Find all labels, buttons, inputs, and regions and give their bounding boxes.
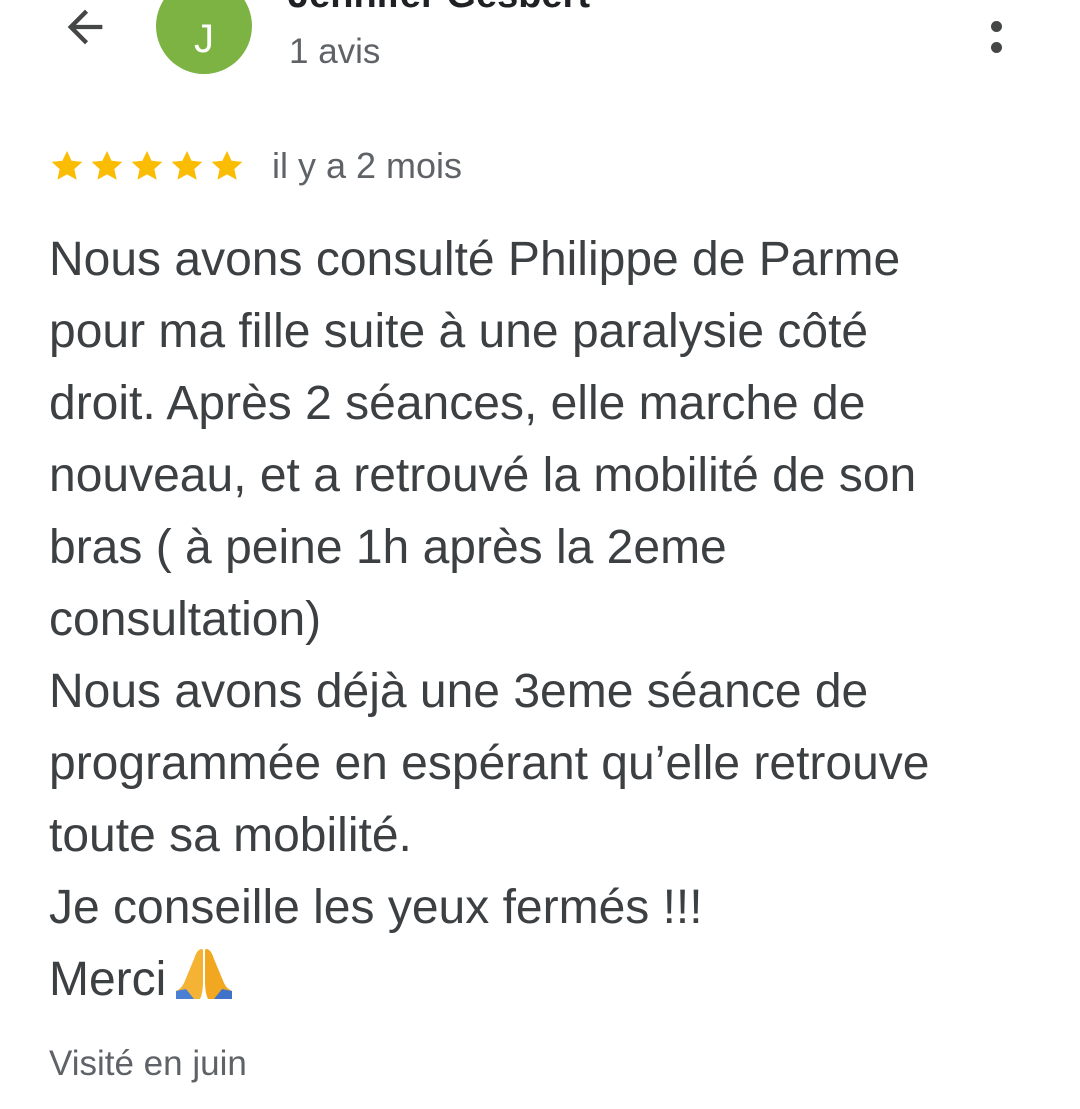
star-icon (211, 150, 243, 180)
review-text-line-content: nouveau, et a retrouvé la mobilité de so… (49, 449, 917, 502)
folded-hands-emoji (172, 945, 236, 1022)
review-text-line: Je conseille les yeux fermés !!! (49, 872, 1059, 944)
star-icon (171, 150, 203, 180)
arrow-back-icon (67, 9, 103, 45)
review-text-line-content: Je conseille les yeux fermés !!! (49, 881, 703, 934)
review-text-line-content: pour ma fille suite à une paralysie côté (49, 305, 869, 358)
review-text-line-content: Merci (49, 953, 167, 1006)
review-text-line-content: bras ( à peine 1h après la 2eme (49, 521, 727, 574)
review-text-line: Nous avons déjà une 3eme séance de (49, 656, 1059, 728)
rating-row: il y a 2 mois (48, 138, 462, 194)
review-text-line-content: programmée en espérant qu’elle retrouve (49, 737, 930, 790)
review-text-line-content: Nous avons consulté Philippe de Parme (49, 233, 901, 286)
review-date: il y a 2 mois (272, 145, 463, 186)
review-text-line: Nous avons consulté Philippe de Parme (49, 224, 1059, 296)
star-icon (51, 150, 83, 180)
review-text-line: bras ( à peine 1h après la 2eme (49, 512, 1059, 584)
review-text-line: pour ma fille suite à une paralysie côté (49, 296, 1059, 368)
review-text-line: Merci (49, 944, 1059, 1016)
review-text-line: consultation) (49, 584, 1059, 656)
star-icon (91, 150, 123, 180)
review-text-line-content: consultation) (49, 593, 322, 646)
review-page: J Jennifer Gesbert 1 avis il y a 2 mois … (0, 0, 1080, 1109)
review-text: Nous avons consulté Philippe de Parme pou… (49, 224, 1059, 1016)
visited-date: Visité en juin (49, 1044, 247, 1083)
avatar[interactable]: J (156, 0, 252, 74)
review-count[interactable]: 1 avis (289, 32, 380, 72)
more-options-button[interactable] (972, 0, 1020, 53)
review-text-line: nouveau, et a retrouvé la mobilité de so… (49, 440, 1059, 512)
review-text-line: toute sa mobilité. (49, 800, 1059, 872)
author-name[interactable]: Jennifer Gesbert (288, 0, 590, 17)
star-icon (131, 150, 163, 180)
more-vert-icon (990, 0, 1002, 53)
star-rating (48, 147, 246, 185)
review-text-line-content: toute sa mobilité. (49, 809, 412, 862)
review-text-line-content: Nous avons déjà une 3eme séance de (49, 665, 869, 718)
avatar-letter: J (194, 16, 214, 61)
review-text-line: programmée en espérant qu’elle retrouve (49, 728, 1059, 800)
review-text-line: droit. Après 2 séances, elle marche de (49, 368, 1059, 440)
back-button[interactable] (50, 0, 120, 54)
review-text-line-content: droit. Après 2 séances, elle marche de (49, 377, 866, 430)
